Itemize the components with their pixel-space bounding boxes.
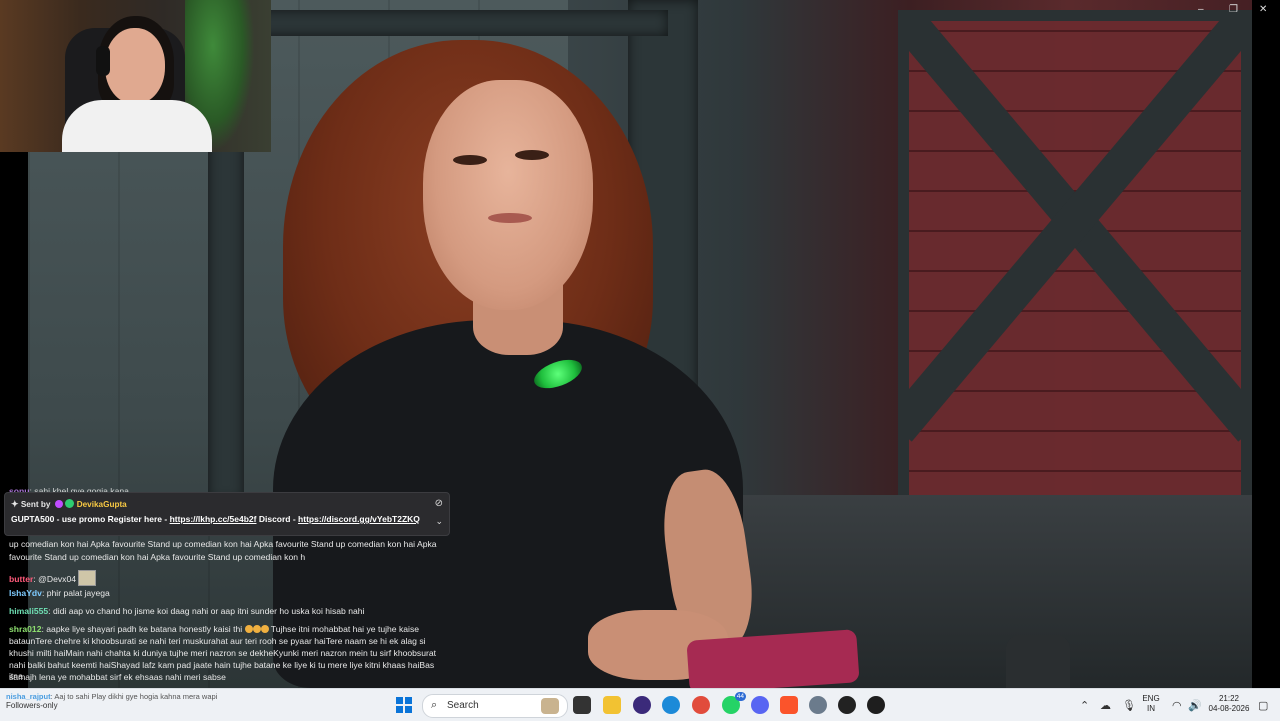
chevron-down-icon[interactable]: ⌄	[435, 516, 443, 527]
chat-message-cont: khushi milti haiMain nahi chahta ki duni…	[9, 648, 437, 658]
app-circle-icon[interactable]	[633, 696, 651, 714]
chat-message: himali555: didi aap vo chand ho jisme ko…	[9, 606, 365, 616]
search-icon: ⌕	[431, 699, 438, 711]
wifi-icon[interactable]: ◠	[1172, 699, 1182, 712]
discord-link[interactable]: https://discord.gg/vYebT2ZKQ	[298, 514, 420, 524]
search-box[interactable]: ⌕ Search	[422, 694, 568, 718]
chat-message: up comedian kon hai Apka favourite Stand…	[9, 539, 437, 549]
discord-icon[interactable]	[751, 696, 769, 714]
unpin-icon[interactable]: ⊘	[435, 498, 443, 509]
headphones	[96, 46, 110, 76]
pinned-message[interactable]: ✦ Sent by DevikaGupta GUPTA500 - use pro…	[4, 492, 450, 536]
edge-icon[interactable]	[662, 696, 680, 714]
person-eye	[453, 155, 487, 165]
file-explorer-icon[interactable]	[603, 696, 621, 714]
chat-message-cont: samajh lena ye mohabbat sirf ek ehsaas n…	[9, 672, 226, 682]
notification-icon[interactable]: ▢	[1258, 699, 1268, 712]
webcam-overlay	[0, 0, 271, 152]
settings-icon[interactable]	[809, 696, 827, 714]
minimize-button[interactable]: –	[1198, 4, 1204, 15]
chevron-up-icon[interactable]: ⌃	[1080, 699, 1089, 712]
person-face	[423, 80, 593, 310]
followers-only-label: Followers-only	[6, 701, 58, 710]
streamer-face	[105, 28, 165, 104]
clock[interactable]: 21:22 04-08-2026	[1206, 694, 1252, 714]
emoji-icon	[252, 625, 261, 633]
obs-icon[interactable]	[838, 696, 856, 714]
windows-start-icon[interactable]	[396, 697, 412, 713]
chat-message: butter: @Devx04	[9, 570, 449, 586]
emoji-icon	[244, 625, 253, 633]
emoji-icon	[260, 625, 269, 633]
whatsapp-badge: 44	[734, 692, 746, 701]
badge-icon	[54, 500, 63, 508]
chat-message-cont: bataunTere chehre ki khoobsurati se nahi…	[9, 636, 426, 646]
taskbar: nisha_rajput: Aaj to sahi Play dikhi gye…	[0, 688, 1280, 721]
task-view-icon[interactable]	[573, 696, 591, 714]
water-bottle	[1006, 635, 1070, 688]
pin-small-icon: ✦	[11, 499, 19, 509]
x-brace	[898, 10, 1252, 510]
chat-message: favourite Stand up comedian kon hai Apka…	[9, 552, 306, 562]
maximize-button[interactable]: ❐	[1229, 4, 1238, 15]
search-highlight-icon	[541, 698, 559, 714]
person-mouth	[488, 213, 532, 223]
language-indicator[interactable]: ENG IN	[1140, 694, 1162, 714]
volume-icon[interactable]: 🔊	[1188, 699, 1202, 712]
verified-icon	[64, 499, 74, 508]
media-player-icon[interactable]	[867, 696, 885, 714]
promo-link[interactable]: https://lkhp.cc/5e4b2f	[170, 514, 257, 524]
chrome-icon[interactable]	[692, 696, 710, 714]
close-button[interactable]: ✕	[1259, 4, 1267, 15]
person-eye	[515, 150, 549, 160]
microphone-icon[interactable]: 🎙	[1122, 699, 1136, 712]
pinned-text: GUPTA500 - use promo Register here - htt…	[11, 514, 420, 524]
chat-mode: nisha_rajput: Aaj to sahi Play dikhi gye…	[6, 692, 218, 710]
whatsapp-icon[interactable]: 44	[722, 692, 746, 714]
cloud-icon[interactable]: ☁	[1100, 699, 1111, 712]
pinned-sender: ✦ Sent by DevikaGupta	[11, 499, 127, 509]
brave-icon[interactable]	[780, 696, 798, 714]
streamer-body	[62, 100, 212, 152]
chat-message: IshaYdv: phir palat jayega	[9, 588, 110, 598]
chat-message: shra012: aapke liye shayari padh ke bata…	[9, 624, 420, 634]
emote-icon	[78, 570, 97, 586]
